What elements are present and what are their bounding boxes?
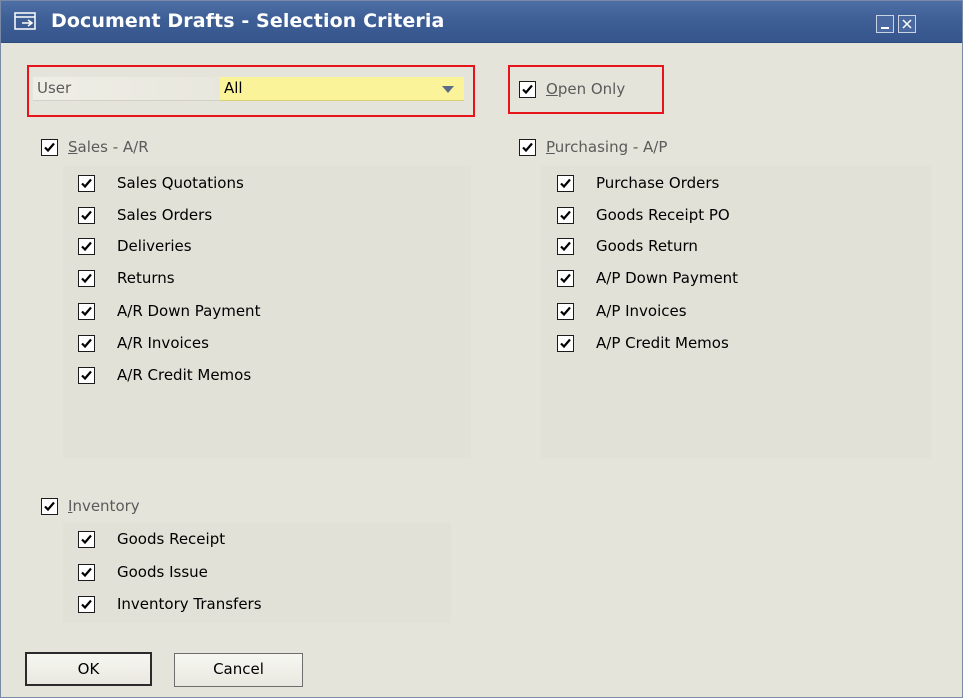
checkmark-icon bbox=[81, 567, 92, 578]
purchasing-item-label[interactable]: Goods Return bbox=[596, 237, 698, 255]
purchasing-item-checkbox[interactable] bbox=[557, 175, 574, 192]
purchasing-item-label[interactable]: A/P Invoices bbox=[596, 302, 687, 320]
checkmark-icon bbox=[81, 241, 92, 252]
inventory-checkbox[interactable] bbox=[41, 498, 58, 515]
sales-ar-checkbox[interactable] bbox=[41, 139, 58, 156]
user-dropdown-value: All bbox=[224, 79, 243, 97]
checkmark-icon bbox=[81, 338, 92, 349]
close-icon bbox=[902, 19, 912, 29]
inventory-item-checkbox[interactable] bbox=[78, 596, 95, 613]
ok-button[interactable]: OK bbox=[25, 652, 152, 686]
sales-item-label[interactable]: Sales Orders bbox=[117, 206, 212, 224]
checkmark-icon bbox=[560, 338, 571, 349]
sales-item-label[interactable]: Returns bbox=[117, 269, 175, 287]
checkmark-icon bbox=[81, 306, 92, 317]
sales-item-checkbox[interactable] bbox=[78, 207, 95, 224]
sales-item-checkbox[interactable] bbox=[78, 270, 95, 287]
document-arrow-icon bbox=[14, 12, 36, 30]
sales-item-label[interactable]: A/R Credit Memos bbox=[117, 366, 251, 384]
cancel-button[interactable]: Cancel bbox=[174, 653, 303, 687]
inventory-label[interactable]: Inventory bbox=[68, 497, 140, 515]
purchasing-item-checkbox[interactable] bbox=[557, 207, 574, 224]
minimize-icon bbox=[881, 27, 889, 29]
selection-criteria-window: Document Drafts - Selection Criteria Use… bbox=[0, 0, 963, 698]
inventory-item-label[interactable]: Inventory Transfers bbox=[117, 595, 262, 613]
checkmark-icon bbox=[81, 599, 92, 610]
checkmark-icon bbox=[44, 501, 55, 512]
checkmark-icon bbox=[560, 241, 571, 252]
sales-item-label[interactable]: Deliveries bbox=[117, 237, 192, 255]
title-bar[interactable]: Document Drafts - Selection Criteria bbox=[1, 1, 962, 43]
user-label-row: User bbox=[33, 77, 221, 101]
checkmark-icon bbox=[560, 306, 571, 317]
open-only-label[interactable]: Open Only bbox=[546, 80, 625, 98]
checkmark-icon bbox=[522, 84, 533, 95]
purchasing-ap-checkbox[interactable] bbox=[519, 139, 536, 156]
sales-item-checkbox[interactable] bbox=[78, 303, 95, 320]
checkmark-icon bbox=[81, 273, 92, 284]
sales-item-checkbox[interactable] bbox=[78, 175, 95, 192]
inventory-item-checkbox[interactable] bbox=[78, 564, 95, 581]
inventory-item-label[interactable]: Goods Receipt bbox=[117, 530, 225, 548]
user-dropdown[interactable]: All bbox=[220, 77, 464, 101]
sales-item-checkbox[interactable] bbox=[78, 367, 95, 384]
dropdown-arrow-icon[interactable] bbox=[442, 86, 454, 93]
checkmark-icon bbox=[81, 210, 92, 221]
purchasing-item-label[interactable]: A/P Credit Memos bbox=[596, 334, 729, 352]
sales-item-checkbox[interactable] bbox=[78, 238, 95, 255]
purchasing-item-checkbox[interactable] bbox=[557, 270, 574, 287]
user-label: User bbox=[37, 79, 72, 97]
sales-item-label[interactable]: A/R Invoices bbox=[117, 334, 209, 352]
close-button[interactable] bbox=[898, 15, 916, 33]
sales-item-label[interactable]: Sales Quotations bbox=[117, 174, 244, 192]
checkmark-icon bbox=[81, 178, 92, 189]
checkmark-icon bbox=[560, 178, 571, 189]
window-title: Document Drafts - Selection Criteria bbox=[51, 10, 445, 32]
sales-item-checkbox[interactable] bbox=[78, 335, 95, 352]
minimize-button[interactable] bbox=[876, 15, 894, 33]
purchasing-item-checkbox[interactable] bbox=[557, 335, 574, 352]
sales-item-label[interactable]: A/R Down Payment bbox=[117, 302, 260, 320]
purchasing-item-label[interactable]: A/P Down Payment bbox=[596, 269, 738, 287]
sales-ar-label[interactable]: Sales - A/R bbox=[68, 138, 149, 156]
checkmark-icon bbox=[522, 142, 533, 153]
checkmark-icon bbox=[44, 142, 55, 153]
purchasing-item-label[interactable]: Goods Receipt PO bbox=[596, 206, 730, 224]
purchasing-item-checkbox[interactable] bbox=[557, 303, 574, 320]
purchasing-ap-label[interactable]: Purchasing - A/P bbox=[546, 138, 667, 156]
checkmark-icon bbox=[81, 534, 92, 545]
purchasing-item-checkbox[interactable] bbox=[557, 238, 574, 255]
inventory-item-label[interactable]: Goods Issue bbox=[117, 563, 208, 581]
checkmark-icon bbox=[560, 210, 571, 221]
checkmark-icon bbox=[560, 273, 571, 284]
checkmark-icon bbox=[81, 370, 92, 381]
purchasing-item-label[interactable]: Purchase Orders bbox=[596, 174, 719, 192]
inventory-item-checkbox[interactable] bbox=[78, 531, 95, 548]
open-only-checkbox[interactable] bbox=[519, 81, 536, 98]
